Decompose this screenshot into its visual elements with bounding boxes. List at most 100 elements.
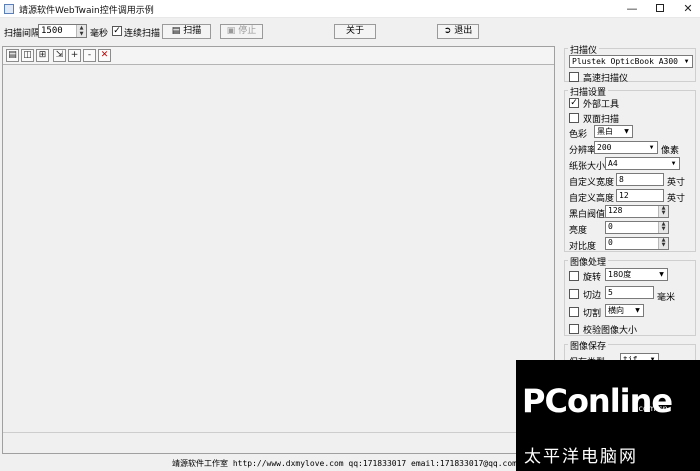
- about-button[interactable]: 关于: [334, 24, 376, 39]
- verify-size-checkbox[interactable]: [569, 324, 579, 334]
- resolution-select-value: 200: [597, 143, 612, 152]
- fit-width-icon[interactable]: ▤: [6, 49, 19, 62]
- brightness-spinner[interactable]: 0 ▲ ▼: [605, 221, 669, 234]
- zoom-out-icon[interactable]: -: [83, 49, 96, 62]
- scanner-select[interactable]: Plustek OpticBook A300 ▼: [569, 55, 693, 68]
- watermark-logo: PConline: [522, 382, 673, 420]
- stop-button-label: 停止: [238, 26, 257, 36]
- paper-size-select[interactable]: A4 ▼: [605, 157, 680, 170]
- continuous-scan-label: 连续扫描: [124, 29, 161, 39]
- brightness-label: 亮度: [569, 226, 588, 236]
- split-view-icon[interactable]: ◫: [21, 49, 34, 62]
- custom-width-input[interactable]: 8: [616, 173, 664, 186]
- scan-settings-group: 扫描设置 ✓ 外部工具 双面扫描 色彩 黑白 ▼ 分辨率 200 ▼ 像素 纸张…: [564, 85, 696, 252]
- highspeed-checkbox[interactable]: [569, 72, 579, 82]
- watermark-chinese: 太平洋电脑网: [524, 447, 638, 467]
- interval-spinner[interactable]: 1500 ▲ ▼: [38, 24, 87, 38]
- duplex-label: 双面扫描: [583, 115, 620, 125]
- crop-unit: 毫米: [657, 293, 676, 303]
- interval-unit: 毫秒: [90, 29, 109, 39]
- rotate-select-value: 180度: [608, 270, 632, 279]
- window-title: 靖源软件WebTwain控件调用示例: [19, 6, 154, 16]
- contrast-value: 0: [608, 238, 613, 247]
- status-text: 靖源软件工作室 http://www.dxmylove.com qq:17183…: [172, 459, 542, 468]
- image-canvas[interactable]: [3, 66, 554, 431]
- verify-size-label: 校验图像大小: [583, 326, 638, 336]
- minimize-button[interactable]: —: [618, 0, 646, 18]
- duplex-checkbox[interactable]: [569, 113, 579, 123]
- title-bar: 靖源软件WebTwain控件调用示例 — ✕: [0, 0, 700, 18]
- watermark-domain: .com.cn: [636, 404, 668, 413]
- split-select[interactable]: 横向 ▼: [605, 304, 644, 317]
- zoom-in-icon[interactable]: +: [68, 49, 81, 62]
- color-select-value: 黑白: [597, 127, 613, 136]
- resolution-select[interactable]: 200 ▼: [594, 141, 658, 154]
- custom-height-unit: 英寸: [667, 194, 686, 204]
- threshold-label: 黑白阀值: [569, 210, 606, 220]
- delete-icon[interactable]: ✕: [98, 49, 111, 62]
- contrast-spinner[interactable]: 0 ▲ ▼: [605, 237, 669, 250]
- image-viewer: ▤ ◫ ⊞ ⇲ + - ✕: [2, 46, 555, 454]
- brightness-value: 0: [608, 222, 613, 231]
- spinner-arrows-icon[interactable]: ▲ ▼: [76, 25, 86, 37]
- paper-size-label: 纸张大小: [569, 162, 606, 172]
- contrast-label: 对比度: [569, 242, 597, 252]
- grid-view-icon[interactable]: ⊞: [36, 49, 49, 62]
- scan-button-label: 扫描: [183, 26, 202, 36]
- rotate-label: 旋转: [583, 273, 602, 283]
- maximize-button[interactable]: [646, 0, 674, 18]
- thumbnail-strip[interactable]: [3, 432, 554, 453]
- scanner-select-value: Plustek OpticBook A300: [572, 57, 678, 66]
- resolution-unit: 像素: [661, 146, 680, 156]
- chevron-down-icon: ▼: [684, 58, 689, 65]
- stop-button[interactable]: ▣ 停止: [220, 24, 263, 39]
- color-select[interactable]: 黑白 ▼: [594, 125, 633, 138]
- spinner-arrows-icon[interactable]: ▲ ▼: [658, 206, 668, 217]
- top-toolbar: 扫描间隔 1500 ▲ ▼ 毫秒 ✓ 连续扫描 ▤ 扫描 ▣ 停止 关于 ➲ 退出: [0, 21, 700, 43]
- chevron-down-icon: ▼: [649, 144, 654, 151]
- interval-label: 扫描间隔: [4, 29, 41, 39]
- highspeed-label: 高速扫描仪: [583, 74, 629, 84]
- external-tool-label: 外部工具: [583, 100, 620, 110]
- color-label: 色彩: [569, 130, 588, 140]
- image-processing-title: 图像处理: [568, 255, 609, 268]
- chevron-down-icon: ▼: [671, 160, 676, 167]
- scanner-group: 扫描仪 Plustek OpticBook A300 ▼ 高速扫描仪: [564, 43, 696, 84]
- crop-input[interactable]: 5: [605, 286, 654, 299]
- rotate-select[interactable]: 180度 ▼: [605, 268, 668, 281]
- custom-width-unit: 英寸: [667, 178, 686, 188]
- pconline-watermark: PConline .com.cn 太平洋电脑网: [516, 360, 700, 471]
- custom-height-label: 自定义高度: [569, 194, 615, 204]
- spinner-arrows-icon[interactable]: ▲ ▼: [658, 222, 668, 233]
- custom-width-label: 自定义宽度: [569, 178, 615, 188]
- maximize-icon: [656, 4, 664, 12]
- split-select-value: 横向: [608, 306, 624, 315]
- stop-icon: ▣: [226, 26, 236, 36]
- exit-button[interactable]: ➲ 退出: [437, 24, 479, 39]
- image-processing-group: 图像处理 旋转 180度 ▼ 切边 5 毫米 切割 横向 ▼ 校验图像大小: [564, 255, 696, 336]
- resolution-label: 分辨率: [569, 146, 597, 156]
- custom-height-input[interactable]: 12: [616, 189, 664, 202]
- split-label: 切割: [583, 309, 602, 319]
- threshold-spinner[interactable]: 128 ▲ ▼: [605, 205, 669, 218]
- fit-page-icon[interactable]: ⇲: [53, 49, 66, 62]
- rotate-checkbox[interactable]: [569, 271, 579, 281]
- chevron-down-icon: ▼: [624, 128, 629, 135]
- spinner-arrows-icon[interactable]: ▲ ▼: [658, 238, 668, 249]
- close-button[interactable]: ✕: [674, 0, 700, 18]
- continuous-scan-checkbox[interactable]: ✓: [112, 26, 122, 36]
- about-button-label: 关于: [345, 26, 364, 36]
- crop-checkbox[interactable]: [569, 289, 579, 299]
- scanner-icon: ▤: [171, 26, 181, 36]
- external-tool-checkbox[interactable]: ✓: [569, 98, 579, 108]
- interval-value: 1500: [41, 26, 63, 36]
- exit-button-label: 退出: [454, 26, 473, 36]
- paper-size-select-value: A4: [608, 159, 618, 168]
- chevron-down-icon: ▼: [659, 271, 664, 278]
- crop-label: 切边: [583, 291, 602, 301]
- split-checkbox[interactable]: [569, 307, 579, 317]
- threshold-value: 128: [608, 206, 623, 215]
- viewer-toolbar: ▤ ◫ ⊞ ⇲ + - ✕: [3, 47, 554, 65]
- scan-button[interactable]: ▤ 扫描: [162, 24, 211, 39]
- exit-icon: ➲: [443, 26, 452, 36]
